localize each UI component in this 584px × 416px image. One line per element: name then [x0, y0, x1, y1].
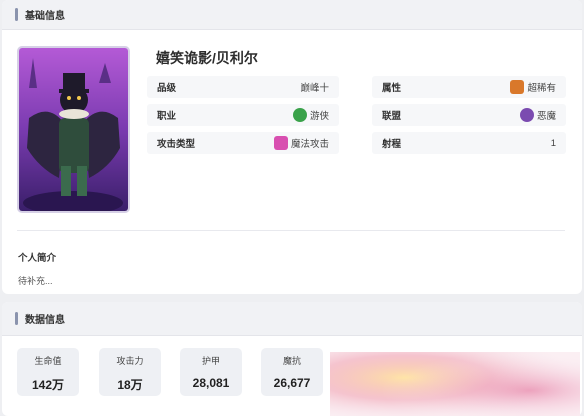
attr-range: 射程 1	[372, 132, 566, 154]
hero-name: 嬉笑诡影/贝利尔	[156, 50, 258, 66]
stat-armor-value: 28,081	[192, 376, 230, 390]
attr-alliance-value: 恶魔	[536, 111, 556, 122]
stat-magic-resist-label: 魔抗	[282, 356, 301, 366]
hero-portrait-art	[19, 48, 128, 211]
attr-attack-type-label: 攻击类型	[157, 139, 196, 150]
stat-armor: 护甲 28,081	[180, 348, 242, 396]
attr-grade-value: 巅峰十	[300, 83, 329, 94]
stat-hp-value: 142万	[31, 378, 65, 392]
ranger-icon	[292, 108, 307, 122]
attr-alliance: 联盟 恶魔	[372, 104, 566, 126]
data-info-header: 数据信息	[2, 302, 582, 336]
stat-hp-label: 生命值	[34, 356, 62, 366]
basic-info-title: 基础信息	[25, 11, 65, 22]
attr-rarity-value: 超稀有	[527, 83, 556, 94]
stat-hp: 生命值 142万	[17, 348, 79, 396]
section-accent-bar	[15, 312, 18, 325]
attr-profession-label: 职业	[157, 111, 177, 122]
demon-icon	[519, 108, 534, 122]
stat-magic-resist: 魔抗 26,677	[261, 348, 323, 396]
section-divider	[17, 230, 565, 231]
attr-attack-type-value: 魔法攻击	[290, 139, 329, 150]
stat-armor-label: 护甲	[201, 356, 220, 366]
attr-profession-value: 游侠	[309, 111, 329, 122]
attr-grade-label: 品级	[157, 83, 177, 94]
magic-attack-icon	[273, 136, 288, 150]
attr-grade: 品级 巅峰十	[147, 76, 339, 98]
section-accent-bar	[15, 8, 18, 21]
decorative-glow-overlay	[330, 352, 580, 416]
attr-rarity-label: 属性	[382, 83, 402, 94]
stat-attack-value: 18万	[117, 378, 143, 392]
attr-rarity: 属性 超稀有	[372, 76, 566, 98]
basic-info-header: 基础信息	[2, 0, 582, 30]
attr-profession: 职业 游侠	[147, 104, 339, 126]
attr-alliance-label: 联盟	[382, 111, 402, 122]
stat-magic-resist-value: 26,677	[273, 376, 311, 390]
attr-range-label: 射程	[382, 139, 402, 150]
intro-title: 个人简介	[18, 253, 57, 264]
data-info-title: 数据信息	[25, 315, 65, 326]
hero-portrait	[17, 46, 130, 213]
stat-attack-label: 攻击力	[116, 356, 144, 366]
attr-attack-type: 攻击类型 魔法攻击	[147, 132, 339, 154]
intro-text: 待补充...	[18, 276, 53, 286]
attr-range-value: 1	[550, 137, 556, 149]
rarity-icon	[510, 80, 525, 94]
stat-attack: 攻击力 18万	[99, 348, 161, 396]
